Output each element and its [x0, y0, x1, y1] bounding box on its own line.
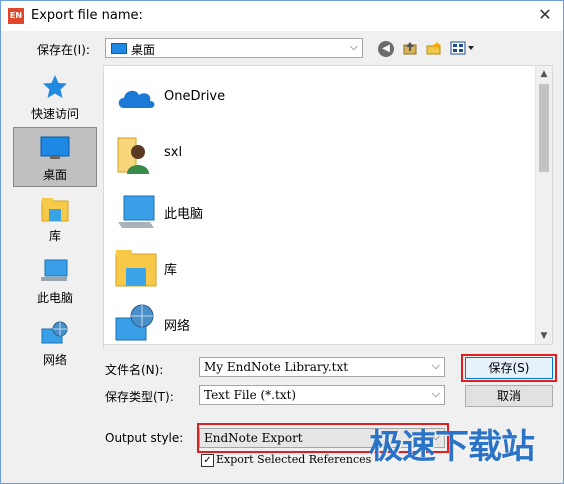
views-menu-button[interactable]	[449, 40, 477, 58]
place-quick-access[interactable]: 快速访问	[13, 67, 97, 125]
computer-icon	[41, 259, 68, 281]
chevron-down-icon: ⌵	[431, 359, 440, 372]
arrow-left-icon: ◀	[382, 43, 390, 54]
filetype-value: Text File (*.txt)	[204, 388, 297, 402]
export-selected-label: Export Selected References	[216, 453, 372, 466]
scroll-down-icon[interactable]: ▼	[536, 328, 552, 344]
endnote-app-icon: EN	[8, 8, 24, 24]
place-label: 此电脑	[36, 291, 73, 305]
list-item-onedrive[interactable]: OneDrive	[110, 72, 530, 124]
filetype-label: 保存类型(T):	[105, 390, 174, 404]
file-list: OneDrive sxl 此电脑 库 网络 ▲ ▼	[103, 65, 553, 345]
title-bar: EN Export file name: ✕	[1, 1, 563, 31]
computer-icon	[118, 195, 155, 228]
vertical-scrollbar[interactable]: ▲ ▼	[535, 66, 552, 344]
network-icon	[41, 321, 68, 344]
list-item-sxl[interactable]: sxl	[110, 128, 530, 180]
desktop-icon	[111, 43, 127, 54]
view-menu-icon	[450, 41, 474, 55]
cancel-button[interactable]: 取消	[465, 385, 553, 407]
chevron-down-icon: ⌵	[431, 387, 440, 400]
cloud-icon	[118, 90, 155, 108]
new-folder-icon	[426, 41, 441, 55]
close-button[interactable]: ✕	[529, 1, 561, 29]
location-value: 桌面	[131, 43, 156, 57]
list-item-label: sxl	[164, 145, 183, 160]
user-folder-icon	[117, 137, 149, 174]
scroll-thumb[interactable]	[539, 84, 549, 172]
list-item-this-pc[interactable]: 此电脑	[110, 186, 530, 238]
list-item-library[interactable]: 库	[110, 242, 530, 294]
place-label: 快速访问	[30, 107, 79, 121]
scroll-up-icon[interactable]: ▲	[536, 66, 552, 82]
place-label: 网络	[42, 353, 67, 367]
places-bar: 快速访问 桌面 库 此电脑 网络	[7, 65, 104, 367]
new-folder-button[interactable]	[425, 40, 443, 58]
place-this-pc[interactable]: 此电脑	[13, 255, 97, 311]
filetype-select[interactable]: Text File (*.txt) ⌵	[199, 385, 445, 405]
network-icon	[115, 304, 154, 341]
place-network[interactable]: 网络	[13, 317, 97, 373]
library-icon	[115, 250, 157, 287]
back-button[interactable]: ◀	[378, 41, 394, 57]
place-label: 库	[48, 229, 61, 243]
up-folder-button[interactable]	[401, 40, 419, 58]
chevron-down-icon: ⌵	[349, 40, 358, 53]
place-library[interactable]: 库	[13, 193, 97, 249]
list-item-label: OneDrive	[164, 89, 226, 104]
filename-label: 文件名(N):	[105, 363, 164, 377]
list-item-label: 库	[164, 263, 178, 278]
library-icon	[41, 198, 69, 222]
desktop-icon	[40, 136, 70, 159]
export-selected-checkbox[interactable]: ✓	[201, 454, 214, 467]
location-combo[interactable]: 桌面 ⌵	[105, 38, 363, 58]
output-style-value: EndNote Export	[204, 431, 303, 445]
star-icon	[43, 75, 67, 98]
watermark-text: 极速下载站	[369, 427, 535, 467]
list-item-label: 此电脑	[164, 207, 204, 222]
list-item-label: 网络	[164, 319, 191, 334]
output-style-label: Output style:	[105, 431, 184, 445]
place-desktop[interactable]: 桌面	[13, 127, 97, 187]
export-dialog: EN Export file name: ✕ 保存在(I): 桌面 ⌵ ◀ 快速…	[0, 0, 564, 484]
save-in-label: 保存在(I):	[37, 43, 90, 57]
save-button[interactable]: 保存(S)	[465, 357, 553, 379]
place-label: 桌面	[42, 168, 67, 182]
filename-value: My EndNote Library.txt	[204, 360, 349, 374]
dialog-title: Export file name:	[31, 8, 143, 23]
up-folder-icon	[403, 42, 417, 55]
filename-field[interactable]: My EndNote Library.txt ⌵	[199, 357, 445, 377]
list-item-network[interactable]: 网络	[110, 298, 530, 350]
